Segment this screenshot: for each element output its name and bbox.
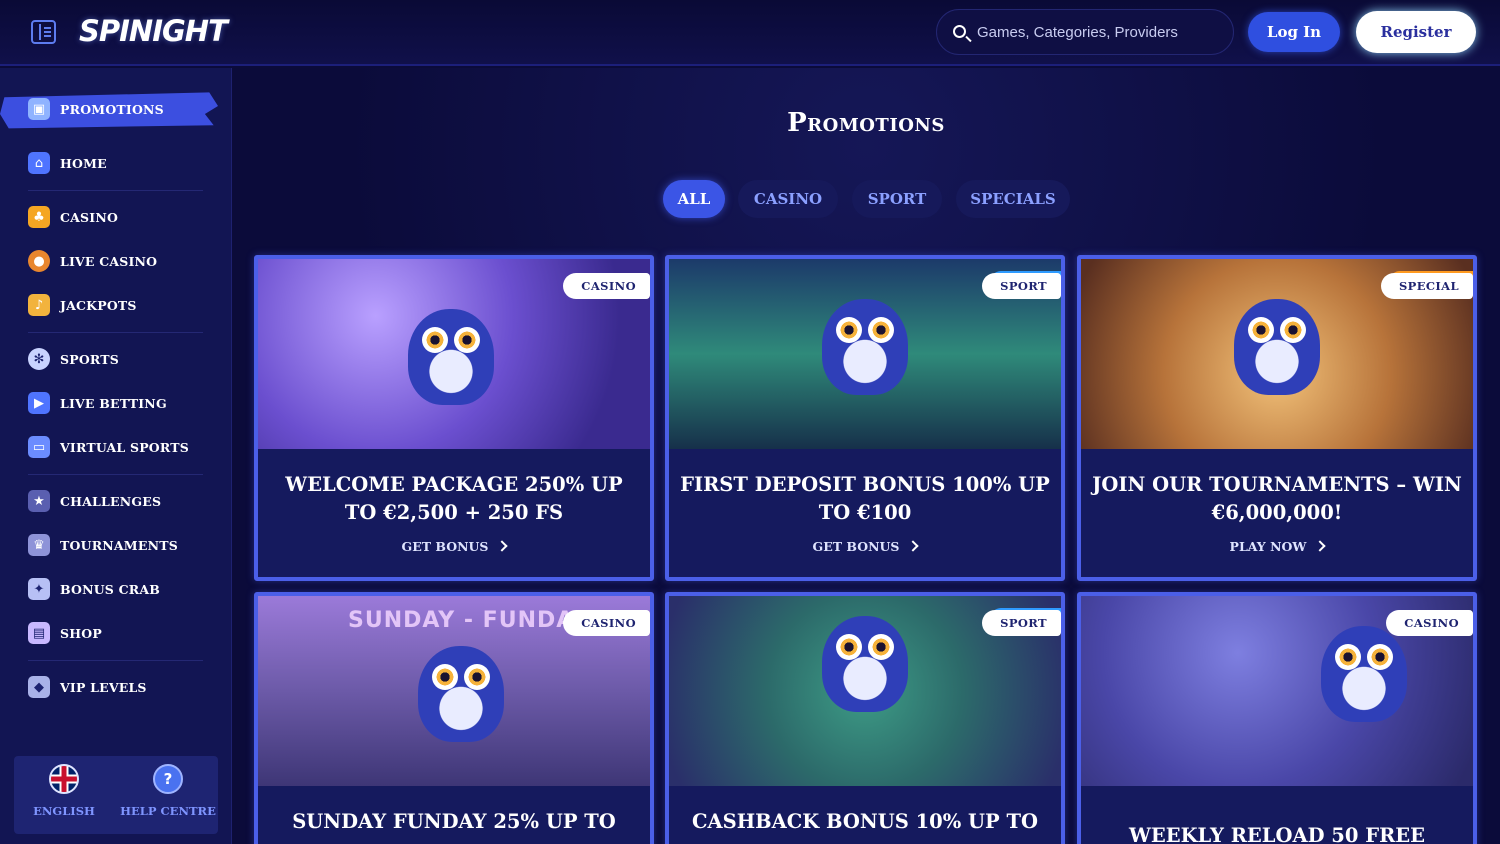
- category-tag: CASINO: [563, 273, 650, 299]
- owl-mascot-image: [822, 299, 908, 395]
- owl-mascot-image: [418, 646, 504, 742]
- promo-card-welcome-package[interactable]: CASINO WELCOME PACKAGE 250% UP TO €2,500…: [254, 255, 654, 581]
- owl-mascot-image: [822, 616, 908, 712]
- tab-casino[interactable]: CASINO: [738, 180, 838, 218]
- promo-card-first-deposit[interactable]: SPORT FIRST DEPOSIT BONUS 100% UP TO €10…: [665, 255, 1065, 581]
- sidebar-item-label: JACKPOTS: [60, 297, 137, 313]
- monitor-icon: ▭: [28, 436, 50, 458]
- bell-icon: ♪: [28, 294, 50, 316]
- chevron-right-icon: [1314, 540, 1327, 552]
- cta-label: PLAY NOW: [1229, 539, 1307, 554]
- category-tag: CASINO: [1386, 610, 1473, 636]
- language-label: ENGLISH: [33, 804, 95, 818]
- help-label: HELP CENTRE: [120, 804, 216, 818]
- sidebar-item-label: VIP LEVELS: [60, 679, 147, 695]
- promo-title: WELCOME PACKAGE 250% UP TO €2,500 + 250 …: [285, 473, 623, 524]
- page-title: Promotions: [787, 108, 945, 138]
- diamond-icon: ◆: [28, 676, 50, 698]
- sidebar-item-sports[interactable]: ✻ SPORTS: [28, 344, 218, 374]
- sidebar-item-challenges[interactable]: ★ CHALLENGES: [28, 486, 218, 516]
- sidebar-item-label: SHOP: [60, 625, 102, 641]
- sidebar-item-label: TOURNAMENTS: [60, 537, 178, 553]
- promo-cta-link[interactable]: GET BONUS: [258, 539, 650, 554]
- owl-mascot-image: [1234, 299, 1320, 395]
- promo-card-sunday-funday[interactable]: SUNDAY - FUNDAY CASINO SUNDAY FUNDAY 25%…: [254, 592, 654, 844]
- sidebar-item-label: LIVE CASINO: [60, 253, 158, 269]
- sidebar-item-tournaments[interactable]: ♛ TOURNAMENTS: [28, 530, 218, 560]
- sidebar-item-label: PROMOTIONS: [60, 101, 164, 117]
- category-tag: SPORT: [982, 273, 1061, 299]
- sidebar-item-vip-levels[interactable]: ◆ VIP LEVELS: [28, 672, 218, 702]
- gift-icon: ▣: [28, 98, 50, 120]
- chevron-right-icon: [907, 540, 920, 552]
- badge-icon: ★: [28, 490, 50, 512]
- search-bar[interactable]: [936, 9, 1234, 55]
- sidebar-item-label: CASINO: [60, 209, 119, 225]
- logo[interactable]: SPINIGHT: [79, 14, 228, 54]
- crab-icon: ✦: [28, 578, 50, 600]
- promo-title: FIRST DEPOSIT BONUS 100% UP TO €100: [680, 473, 1050, 524]
- sidebar-item-label: VIRTUAL SPORTS: [60, 439, 189, 455]
- promo-title: SUNDAY FUNDAY 25% UP TO: [292, 810, 616, 833]
- language-selector[interactable]: ENGLISH: [14, 764, 114, 828]
- sidebar-item-jackpots[interactable]: ♪ JACKPOTS: [28, 290, 218, 320]
- top-header: SPINIGHT Log In Register: [0, 0, 1500, 66]
- promo-cta-link[interactable]: GET BONUS: [669, 539, 1061, 554]
- sidebar-item-label: SPORTS: [60, 351, 120, 367]
- club-icon: ♣: [28, 206, 50, 228]
- search-icon: [953, 25, 966, 38]
- search-input[interactable]: [977, 19, 1217, 45]
- category-tag: CASINO: [563, 610, 650, 636]
- shop-icon: ▤: [28, 622, 50, 644]
- promo-title: JOIN OUR TOURNAMENTS – WIN €6,000,000!: [1092, 473, 1462, 524]
- sidebar-item-casino[interactable]: ♣ CASINO: [28, 202, 218, 232]
- ball-icon: ✻: [28, 348, 50, 370]
- sidebar-item-promotions[interactable]: ▣ PROMOTIONS: [28, 94, 218, 124]
- trophy-icon: ♛: [28, 534, 50, 556]
- sidebar-item-label: LIVE BETTING: [60, 395, 167, 411]
- help-icon: ?: [153, 764, 183, 794]
- sidebar-footer: ENGLISH ? HELP CENTRE: [14, 756, 218, 834]
- banner-text: SUNDAY - FUNDAY: [348, 608, 590, 633]
- divider: [28, 332, 203, 333]
- cta-label: GET BONUS: [401, 539, 489, 554]
- help-centre-link[interactable]: ? HELP CENTRE: [118, 764, 218, 828]
- sidebar-item-label: CHALLENGES: [60, 493, 162, 509]
- sidebar-item-shop[interactable]: ▤ SHOP: [28, 618, 218, 648]
- divider: [28, 474, 203, 475]
- promo-card-weekly-reload[interactable]: CASINO WEEKLY RELOAD 50 FREE SPINS: [1077, 592, 1477, 844]
- sidebar-item-label: BONUS CRAB: [60, 581, 160, 597]
- sidebar-item-bonus-crab[interactable]: ✦ BONUS CRAB: [28, 574, 218, 604]
- login-button[interactable]: Log In: [1248, 12, 1340, 52]
- home-icon: ⌂: [28, 152, 50, 174]
- promo-title: WEEKLY RELOAD 50 FREE SPINS: [1128, 824, 1426, 844]
- chevron-right-icon: [496, 540, 509, 552]
- divider: [28, 190, 203, 191]
- promo-card-tournaments[interactable]: SPECIAL JOIN OUR TOURNAMENTS – WIN €6,00…: [1077, 255, 1477, 581]
- sidebar-item-home[interactable]: ⌂ HOME: [28, 148, 218, 178]
- owl-mascot-image: [408, 309, 494, 405]
- play-icon: ▶: [28, 392, 50, 414]
- sidebar-toggle-icon[interactable]: [31, 20, 56, 44]
- promo-cta-link[interactable]: PLAY NOW: [1081, 539, 1473, 554]
- category-tag: SPECIAL: [1380, 273, 1473, 299]
- promo-title: CASHBACK BONUS 10% UP TO: [692, 810, 1038, 833]
- tab-sport[interactable]: SPORT: [852, 180, 942, 218]
- chip-icon: ●: [28, 250, 50, 272]
- sidebar-item-live-betting[interactable]: ▶ LIVE BETTING: [28, 388, 218, 418]
- main-content: Promotions ALL CASINO SPORT SPECIALS CAS…: [232, 68, 1500, 844]
- uk-flag-icon: [49, 764, 79, 794]
- sidebar-item-label: HOME: [60, 155, 107, 171]
- tab-specials[interactable]: SPECIALS: [956, 180, 1070, 218]
- sidebar: ▣ PROMOTIONS ⌂ HOME ♣ CASINO ● LIVE CASI…: [0, 68, 232, 844]
- owl-mascot-image: [1321, 626, 1407, 722]
- sidebar-item-virtual-sports[interactable]: ▭ VIRTUAL SPORTS: [28, 432, 218, 462]
- sidebar-item-live-casino[interactable]: ● LIVE CASINO: [28, 246, 218, 276]
- tab-all[interactable]: ALL: [663, 180, 725, 218]
- divider: [28, 660, 203, 661]
- promo-card-cashback[interactable]: SPORT CASHBACK BONUS 10% UP TO: [665, 592, 1065, 844]
- register-button[interactable]: Register: [1356, 11, 1476, 53]
- cta-label: GET BONUS: [812, 539, 900, 554]
- category-tag: SPORT: [982, 610, 1061, 636]
